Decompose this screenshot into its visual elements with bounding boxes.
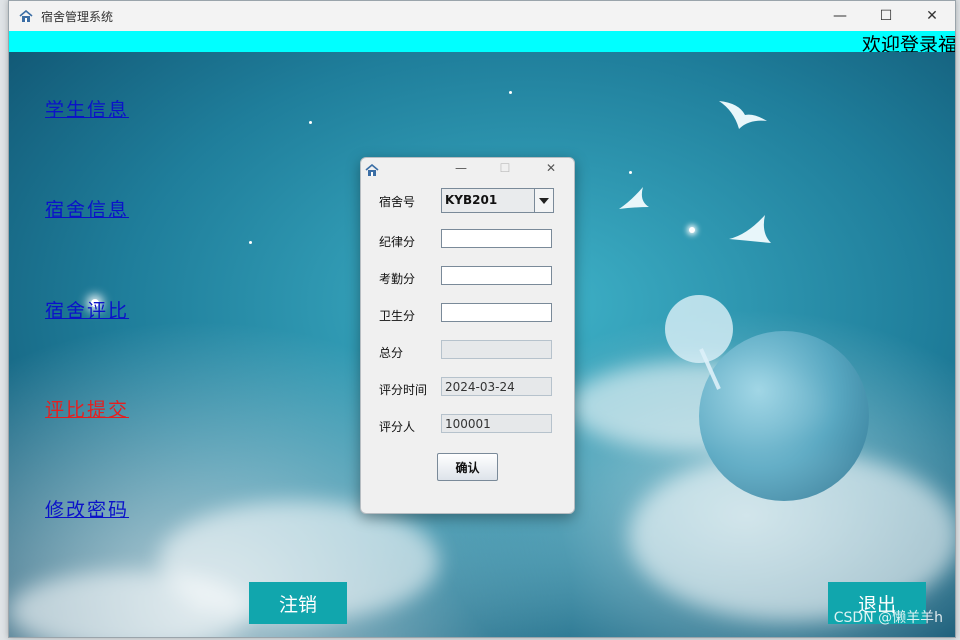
star-decoration bbox=[629, 171, 632, 174]
dorm-select-value: KYB201 bbox=[445, 193, 498, 207]
rater-field bbox=[441, 414, 552, 433]
title-bar: 宿舍管理系统 — ☐ ✕ bbox=[9, 1, 955, 31]
nav-dorm-rating[interactable]: 宿舍评比 bbox=[45, 296, 129, 323]
minimize-button[interactable]: — bbox=[817, 1, 863, 31]
star-decoration bbox=[249, 241, 252, 244]
welcome-text: 欢迎登录福 bbox=[862, 34, 955, 52]
dialog-home-icon bbox=[365, 162, 379, 181]
dove-icon bbox=[729, 215, 771, 243]
dove-icon bbox=[719, 101, 767, 129]
nav-dorm-info[interactable]: 宿舍信息 bbox=[45, 195, 129, 222]
nav-student-info[interactable]: 学生信息 bbox=[45, 95, 129, 122]
chevron-down-icon[interactable] bbox=[534, 189, 553, 212]
attendance-score-field[interactable] bbox=[441, 266, 552, 285]
hygiene-label: 卫生分 bbox=[379, 309, 416, 323]
hygiene-score-field[interactable] bbox=[441, 303, 552, 322]
dialog-minimize-button[interactable]: — bbox=[451, 161, 471, 175]
star-decoration bbox=[309, 121, 312, 124]
nav-rating-submit[interactable]: 评比提交 bbox=[45, 395, 129, 422]
dove-icon bbox=[619, 187, 649, 209]
discipline-label: 纪律分 bbox=[379, 235, 416, 249]
star-decoration bbox=[509, 91, 512, 94]
welcome-marquee: 欢迎登录福 bbox=[9, 31, 955, 52]
dorm-select[interactable]: KYB201 bbox=[441, 188, 554, 213]
dialog-close-button[interactable]: ✕ bbox=[541, 161, 561, 175]
attendance-label: 考勤分 bbox=[379, 272, 416, 286]
csdn-watermark: CSDN @懒羊羊h bbox=[833, 610, 943, 626]
dialog-maximize-button[interactable]: ☐ bbox=[495, 161, 515, 175]
window-title: 宿舍管理系统 bbox=[41, 9, 114, 24]
app-home-icon bbox=[17, 7, 35, 25]
rating-time-field bbox=[441, 377, 552, 396]
dorm-label: 宿舍号 bbox=[379, 195, 416, 209]
discipline-score-field[interactable] bbox=[441, 229, 552, 248]
tree-icon bbox=[665, 295, 733, 390]
dialog-title-bar: — ☐ ✕ bbox=[361, 158, 574, 182]
total-score-field bbox=[441, 340, 552, 359]
logout-button[interactable]: 注销 bbox=[249, 582, 347, 624]
maximize-button[interactable]: ☐ bbox=[863, 1, 909, 31]
confirm-button[interactable]: 确认 bbox=[437, 453, 498, 481]
rating-dialog: — ☐ ✕ 宿舍号 KYB201 纪律分 考勤分 卫生分 总分 评分时间 评分人… bbox=[360, 157, 575, 514]
total-label: 总分 bbox=[379, 346, 404, 360]
rater-label: 评分人 bbox=[379, 420, 416, 434]
rating-time-label: 评分时间 bbox=[379, 383, 428, 397]
star-decoration bbox=[689, 227, 695, 233]
nav-change-password[interactable]: 修改密码 bbox=[45, 495, 129, 522]
close-button[interactable]: ✕ bbox=[909, 1, 955, 31]
